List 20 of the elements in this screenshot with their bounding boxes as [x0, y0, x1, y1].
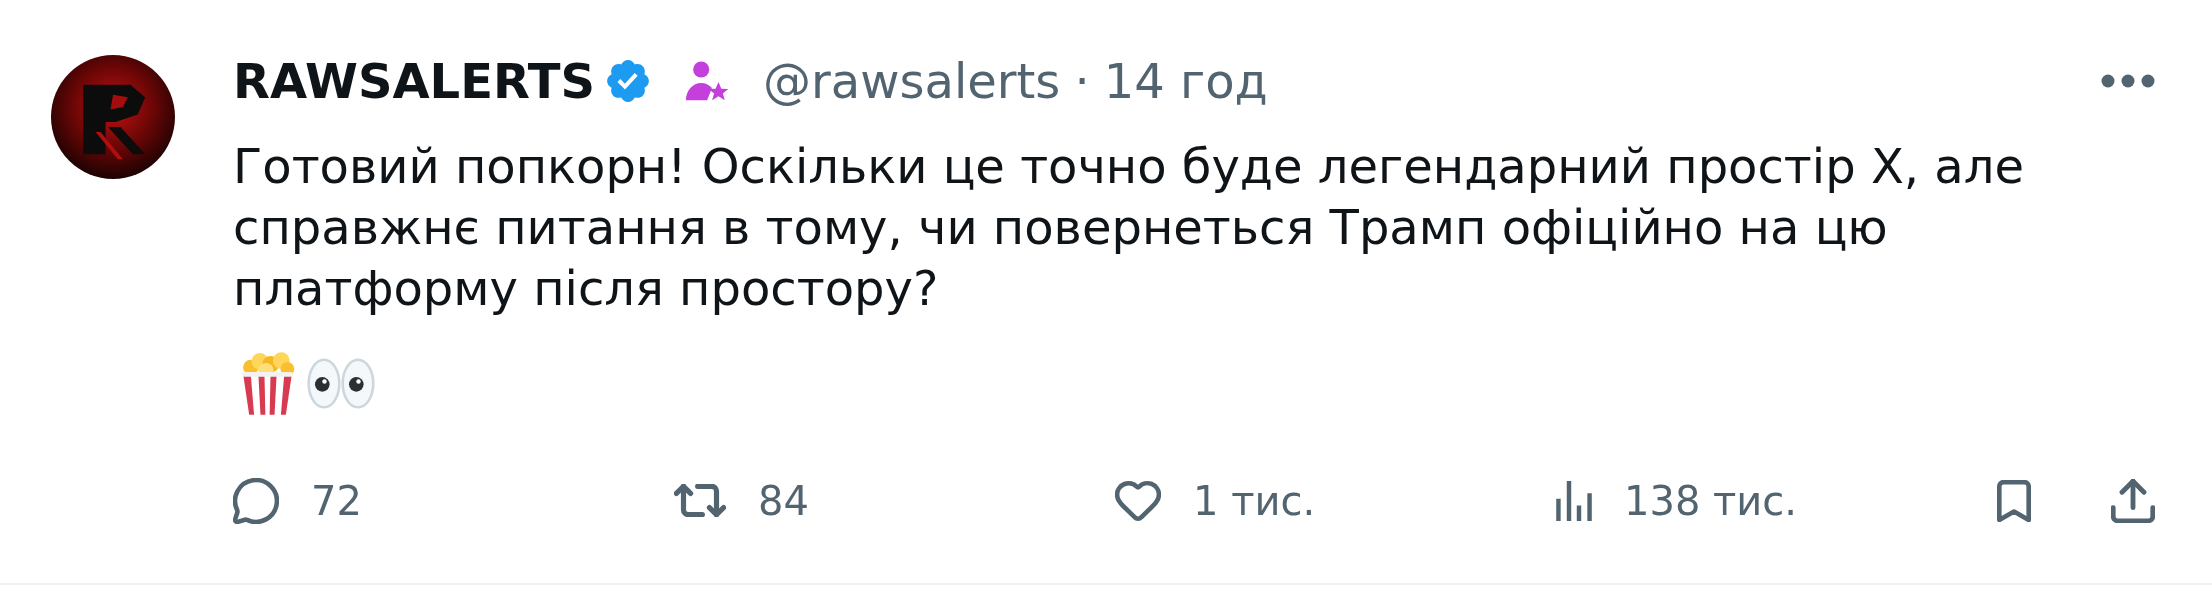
post-text: Готовий попкорн! Оскільки це точно буде легендарний простір X, але справжнє питання в тому, чи повернеться Трамп офіційно на цю платформу після простору? — [233, 137, 2025, 318]
repost-button[interactable]: 84 — [674, 476, 809, 525]
popcorn-icon — [240, 352, 295, 415]
bookmark-icon[interactable] — [1997, 479, 2031, 522]
upload-icon[interactable] — [2111, 478, 2155, 523]
avatar[interactable] — [51, 55, 175, 179]
speech-bubble-icon — [233, 477, 279, 524]
like-button[interactable]: 1 тис. — [1115, 476, 1316, 525]
views-button[interactable]: 138 тис. — [1556, 476, 1798, 525]
eyes-icon — [307, 358, 375, 409]
post-time[interactable]: 14 год — [1103, 52, 1268, 109]
repeat-arrows-icon — [674, 484, 726, 517]
verified-badge-icon — [607, 59, 650, 102]
author-handle[interactable]: @rawsalerts — [763, 52, 1061, 109]
reply-button[interactable]: 72 — [233, 476, 362, 525]
more-icon[interactable] — [2101, 73, 2155, 88]
heart-icon — [1115, 478, 1161, 523]
bar-chart-icon — [1556, 480, 1592, 521]
separator-dot: · — [1074, 52, 1090, 109]
author-name[interactable]: RAWSALERTS — [233, 52, 596, 109]
